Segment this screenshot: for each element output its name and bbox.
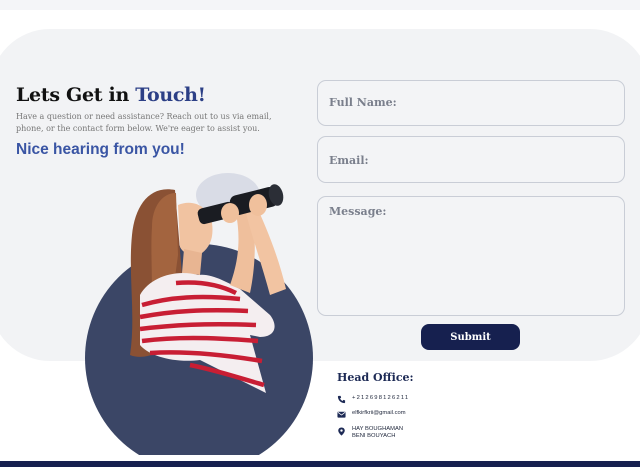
full-name-label: Full Name: — [329, 96, 397, 109]
office-address-row: HAY BOUGHAMAN BENI BOUYACH — [337, 426, 403, 439]
full-name-field[interactable]: Full Name: — [317, 80, 625, 126]
intro-line-2: phone, or the contact form below. We're … — [16, 124, 260, 133]
office-email-row: elfkirfkrii@gmail.com — [337, 409, 406, 419]
office-phone: +212698126211 — [352, 395, 410, 401]
submit-button[interactable]: Submit — [421, 324, 520, 350]
page-title: Lets Get in Touch! — [16, 84, 206, 106]
binoculars-woman-illustration — [85, 173, 313, 455]
phone-icon — [337, 395, 346, 404]
address-line-1: HAY BOUGHAMAN — [352, 426, 403, 432]
title-prefix: Lets Get in — [16, 84, 136, 106]
office-phone-row: +212698126211 — [337, 394, 409, 404]
email-field[interactable]: Email: — [317, 136, 625, 183]
message-field[interactable]: Message: — [317, 196, 625, 316]
footer-bar — [0, 461, 640, 467]
office-email[interactable]: elfkirfkrii@gmail.com — [352, 410, 406, 417]
head-office-title: Head Office: — [337, 371, 414, 384]
intro-line-1: Have a question or need assistance? Reac… — [16, 112, 272, 121]
intro-text: Have a question or need assistance? Reac… — [16, 111, 286, 135]
tagline: Nice hearing from you! — [16, 141, 185, 158]
title-accent: Touch! — [135, 84, 206, 106]
office-address: HAY BOUGHAMAN BENI BOUYACH — [352, 426, 403, 439]
envelope-icon — [337, 411, 346, 418]
address-line-2: BENI BOUYACH — [352, 432, 396, 439]
top-strip — [0, 0, 640, 10]
illustration-graphic — [85, 173, 313, 455]
message-label: Message: — [329, 205, 387, 218]
email-label: Email: — [329, 154, 369, 167]
map-pin-icon — [338, 427, 345, 436]
